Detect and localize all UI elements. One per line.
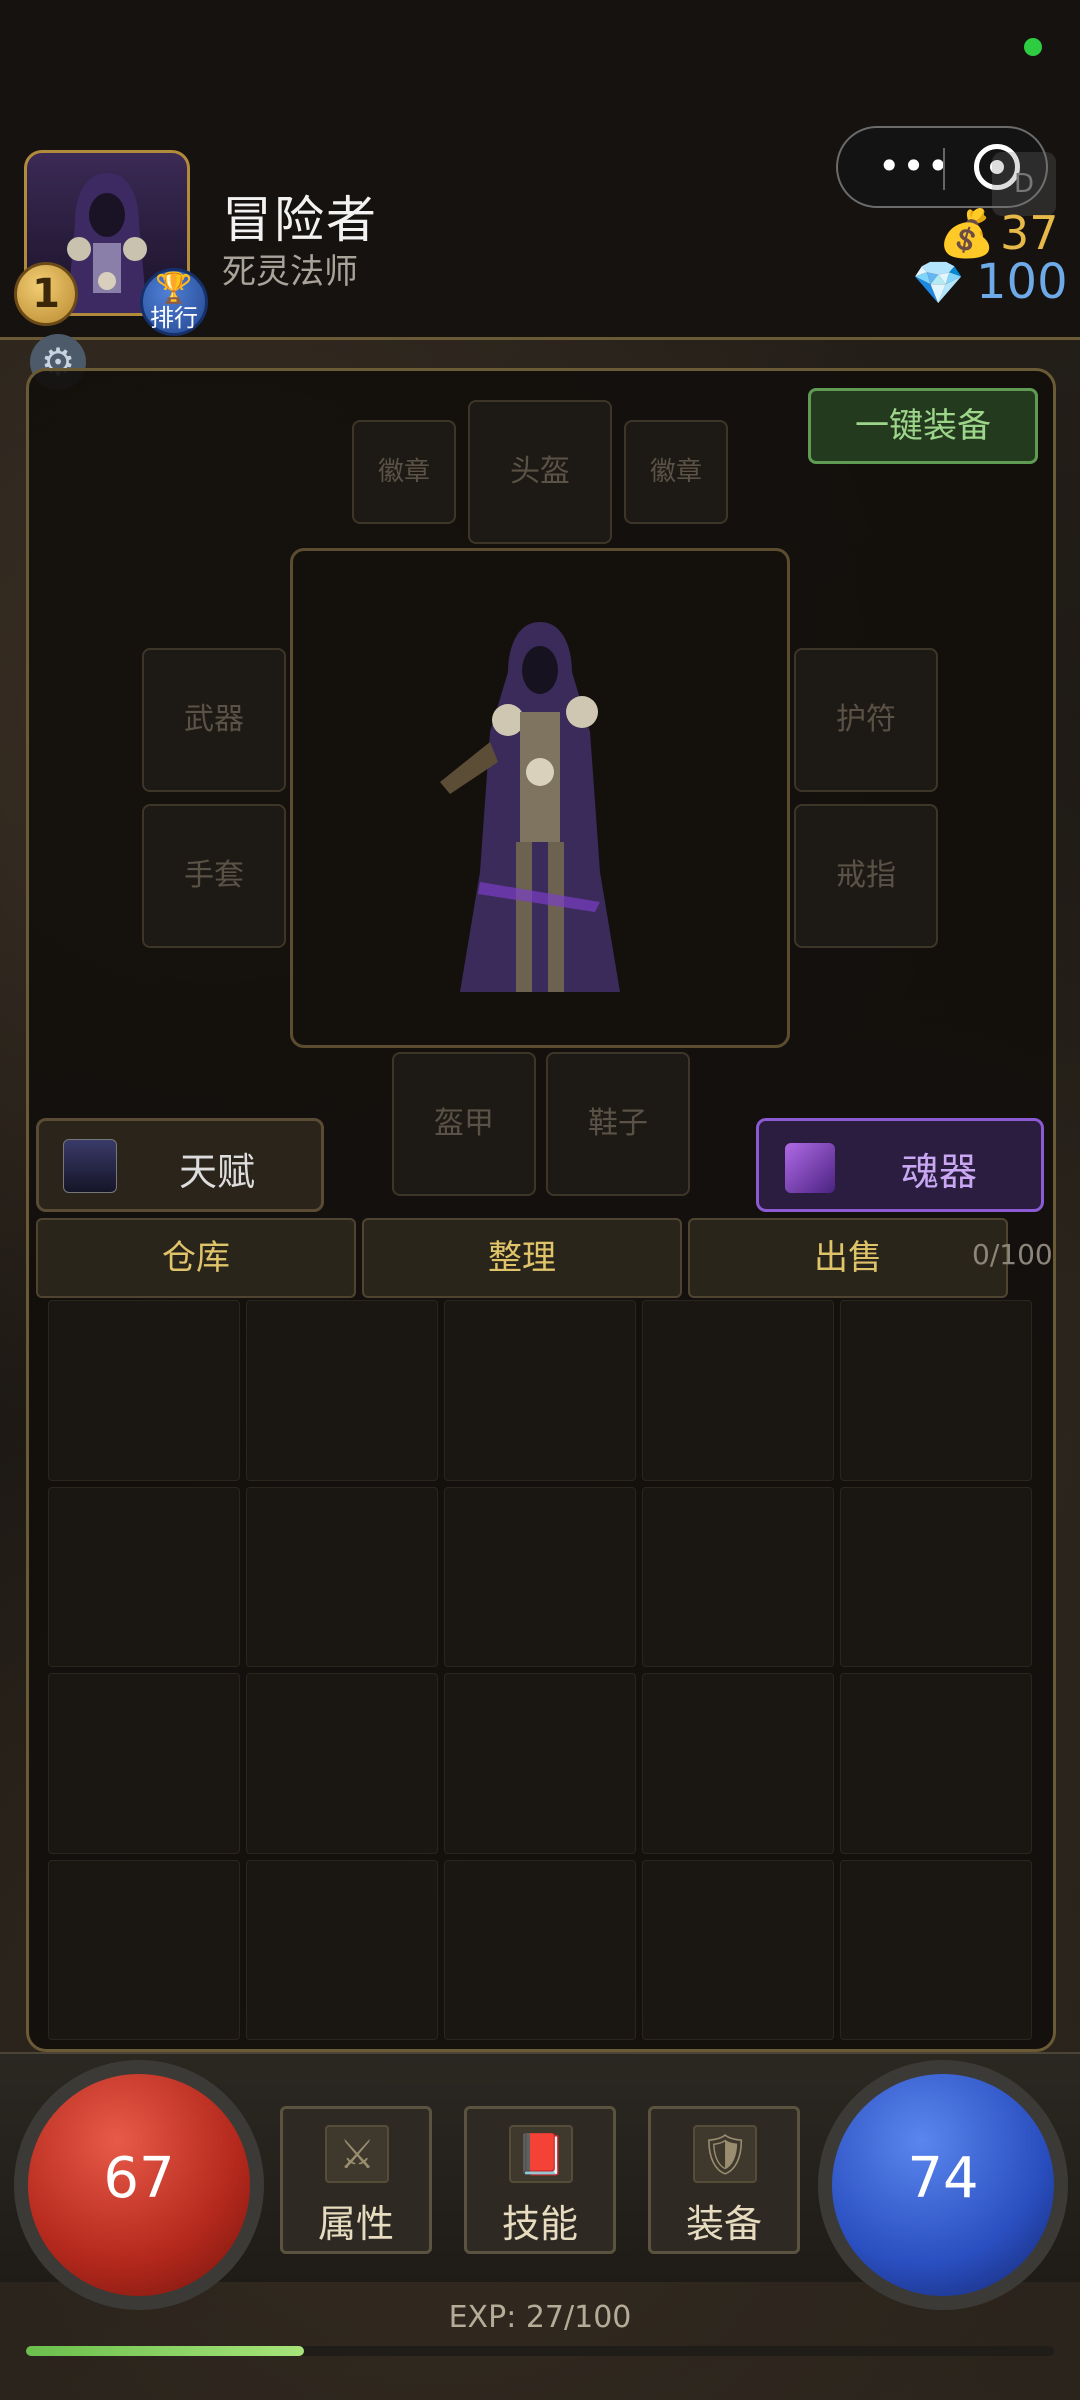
attributes-button[interactable]: ⚔ 属性 — [280, 2106, 432, 2254]
gem-amount: 100 — [976, 254, 1068, 310]
crossed-swords-icon: ⚔ — [325, 2125, 389, 2183]
soul-vessel-button[interactable]: 魂器 — [756, 1118, 1044, 1212]
talent-button[interactable]: 天赋 — [36, 1118, 324, 1212]
inventory-cell[interactable] — [48, 1486, 240, 1667]
ranking-button[interactable]: 🏆 排行 — [140, 268, 208, 336]
inventory-grid — [48, 1300, 1032, 2040]
inventory-cell[interactable] — [642, 1300, 834, 1481]
sort-button[interactable]: 整理 — [362, 1218, 682, 1298]
armor-icon: 🛡 — [693, 2125, 757, 2183]
gold-amount: 37 — [1000, 206, 1059, 260]
gloves-slot[interactable]: 手套 — [142, 804, 286, 948]
mana-orb: 74 — [818, 2060, 1068, 2310]
inventory-cell[interactable] — [444, 1486, 636, 1667]
health-value: 67 — [103, 2146, 175, 2211]
money-bag-icon: 💰 — [938, 206, 996, 260]
level-badge: 1 — [14, 262, 78, 326]
inventory-cell[interactable] — [48, 1859, 240, 2040]
warehouse-button[interactable]: 仓库 — [36, 1218, 356, 1298]
capsule-divider — [943, 148, 945, 190]
inventory-count: 0/100 — [972, 1238, 1053, 1271]
equipment-label: 装备 — [685, 2202, 762, 2246]
armor-slot[interactable]: 盔甲 — [392, 1052, 536, 1196]
badge-right-slot[interactable]: 徽章 — [624, 420, 728, 524]
inventory-cell[interactable] — [840, 1300, 1032, 1481]
talent-label: 天赋 — [179, 1150, 256, 1194]
player-class: 死灵法师 — [222, 252, 358, 292]
inventory-cell[interactable] — [840, 1486, 1032, 1667]
inventory-cell[interactable] — [48, 1300, 240, 1481]
health-orb: 67 — [14, 2060, 264, 2310]
sell-button[interactable]: 出售 — [688, 1218, 1008, 1298]
exp-bar — [26, 2346, 1054, 2356]
auto-equip-button[interactable]: 一键装备 — [808, 388, 1038, 464]
attributes-label: 属性 — [317, 2202, 394, 2246]
exp-text: EXP: 27/100 — [448, 2300, 632, 2335]
ring-slot[interactable]: 戒指 — [794, 804, 938, 948]
helmet-slot[interactable]: 头盔 — [468, 400, 612, 544]
spellbook-icon: 📕 — [509, 2125, 573, 2183]
ranking-label: 排行 — [150, 304, 198, 332]
soul-vessel-label: 魂器 — [901, 1150, 978, 1194]
status-indicator — [1024, 38, 1042, 56]
trophy-icon: 🏆 — [155, 271, 193, 306]
inventory-cell[interactable] — [246, 1486, 438, 1667]
boots-slot[interactable]: 鞋子 — [546, 1052, 690, 1196]
inventory-cell[interactable] — [444, 1673, 636, 1854]
player-name: 冒险者 — [222, 191, 378, 249]
amulet-slot[interactable]: 护符 — [794, 648, 938, 792]
necromancer-character-figure — [420, 612, 660, 1016]
exp-bar-fill — [26, 2346, 304, 2356]
skills-label: 技能 — [501, 2202, 578, 2246]
inventory-cell[interactable] — [642, 1486, 834, 1667]
inventory-cell[interactable] — [444, 1859, 636, 2040]
inventory-cell[interactable] — [840, 1673, 1032, 1854]
inventory-cell[interactable] — [642, 1859, 834, 2040]
skills-button[interactable]: 📕 技能 — [464, 2106, 616, 2254]
inventory-cell[interactable] — [246, 1859, 438, 2040]
inventory-cell[interactable] — [246, 1673, 438, 1854]
more-dots-icon[interactable]: ••• — [878, 146, 951, 186]
diamond-icon: 💎 — [912, 258, 965, 307]
weapon-slot[interactable]: 武器 — [142, 648, 286, 792]
inventory-cell[interactable] — [840, 1859, 1032, 2040]
inventory-cell[interactable] — [642, 1673, 834, 1854]
mana-value: 74 — [907, 2146, 979, 2211]
inventory-cell[interactable] — [246, 1300, 438, 1481]
talent-book-icon — [63, 1139, 117, 1193]
badge-left-slot[interactable]: 徽章 — [352, 420, 456, 524]
soul-gem-icon — [785, 1143, 835, 1193]
equipment-button[interactable]: 🛡 装备 — [648, 2106, 800, 2254]
inventory-cell[interactable] — [444, 1300, 636, 1481]
inventory-cell[interactable] — [48, 1673, 240, 1854]
